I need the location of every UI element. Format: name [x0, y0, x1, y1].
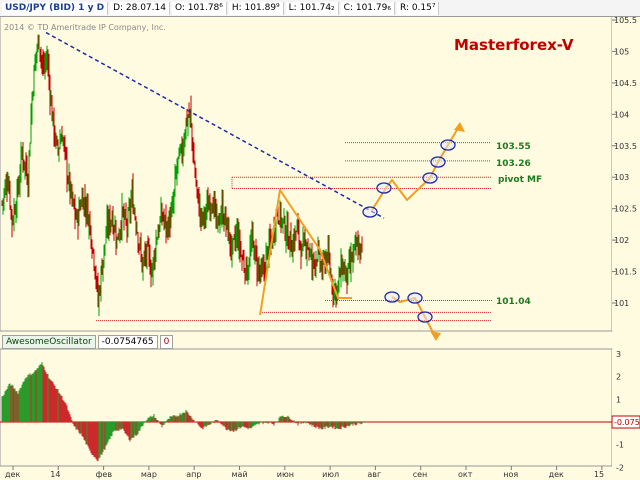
time-tick-label: июн [277, 470, 294, 479]
oscillator-zero-label: 0 [159, 335, 174, 349]
time-tick-label: ноя [503, 470, 518, 479]
quote-header: USD/JPY (BID) 1 y D D: 28.07.14 O: 101.7… [0, 0, 640, 17]
time-tick-label: апр [186, 470, 201, 479]
osc-tick-label: -1 [616, 441, 624, 450]
target-marker-icon [384, 291, 400, 303]
price-pane[interactable] [0, 15, 613, 332]
oscillator-header: AwesomeOscillator -0.0754765 0 [0, 335, 612, 349]
price-tick-label: 105.5 [614, 16, 637, 25]
price-tick-label: 105 [614, 47, 629, 56]
level-label-101-04: 101.04 [496, 297, 531, 307]
time-tick-label: 14 [50, 470, 60, 479]
time-tick-label: дек [5, 470, 20, 479]
oscillator-current-value: -0.0754 [614, 418, 640, 427]
target-marker-icon [417, 311, 433, 323]
price-tick-label: 103.5 [614, 142, 637, 151]
level-label-103-26: 103.26 [496, 159, 531, 169]
time-tick-label: июл [322, 470, 339, 479]
level-label-pivot: pivot MF [498, 175, 542, 185]
time-tick-label: сен [413, 470, 428, 479]
brand-label: Masterforex-V [454, 36, 574, 54]
open-value: O: 101.78⁶ [171, 1, 227, 15]
oscillator-name[interactable]: AwesomeOscillator [2, 335, 96, 349]
osc-tick-label: 1 [616, 395, 621, 404]
level-label-103-55: 103.55 [496, 142, 531, 152]
time-tick-label: мар [141, 470, 157, 479]
range-value: R: 0.15⁷ [396, 1, 440, 15]
price-tick-label: 102.5 [614, 205, 637, 214]
price-tick-label: 103 [614, 173, 629, 182]
high-value: H: 101.89⁹ [228, 1, 284, 15]
price-tick-label: 101.5 [614, 268, 637, 277]
chart-canvas: 2014 © TD Ameritrade IP Company, Inc. Ma… [0, 15, 640, 480]
price-tick-label: 101 [614, 299, 629, 308]
copyright-text: 2014 © TD Ameritrade IP Company, Inc. [4, 23, 166, 32]
time-tick-label: дек [549, 470, 564, 479]
close-value: C: 101.79₆ [340, 1, 395, 15]
price-tick-label: 104 [614, 110, 629, 119]
symbol-label[interactable]: USD/JPY (BID) 1 y D [2, 1, 109, 15]
osc-tick-label: 2 [616, 373, 621, 382]
osc-tick-label: 3 [616, 350, 621, 359]
target-marker-icon [440, 139, 456, 151]
time-tick-label: май [232, 470, 248, 479]
osc-tick-label: -2 [616, 463, 624, 472]
time-tick-label: авг [367, 470, 381, 479]
chart-window: 2014 © TD Ameritrade IP Company, Inc. Ma… [0, 0, 640, 480]
time-tick-label: 15 [594, 470, 604, 479]
target-marker-icon [376, 182, 392, 194]
target-marker-icon [430, 156, 446, 168]
price-tick-label: 102 [614, 236, 629, 245]
price-tick-label: 104.5 [614, 79, 637, 88]
time-tick-label: окт [458, 470, 473, 479]
date-value: D: 28.07.14 [110, 1, 170, 15]
target-marker-icon [422, 172, 438, 184]
target-marker-icon [407, 292, 423, 304]
low-value: L: 101.74₂ [285, 1, 339, 15]
oscillator-value: -0.0754765 [97, 335, 158, 349]
target-marker-icon [362, 206, 378, 218]
time-tick-label: фев [96, 470, 113, 479]
